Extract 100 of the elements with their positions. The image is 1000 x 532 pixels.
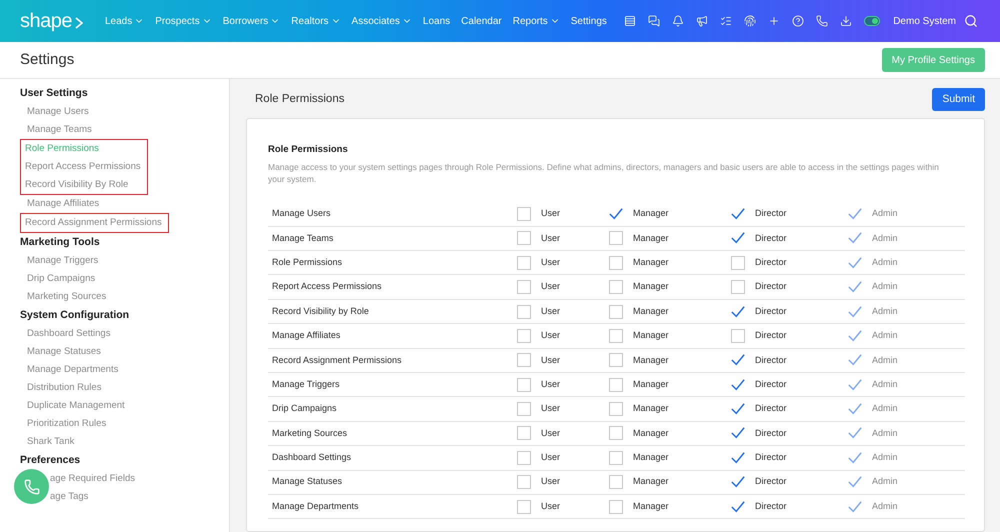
checkbox[interactable] bbox=[609, 353, 623, 368]
checkbox[interactable] bbox=[517, 256, 531, 270]
sidebar-item[interactable]: Record Assignment Permissions bbox=[18, 214, 162, 232]
plus-icon[interactable] bbox=[768, 15, 780, 27]
checkbox[interactable] bbox=[517, 450, 531, 465]
checkbox[interactable] bbox=[517, 280, 531, 294]
permission-name: Marketing Sources bbox=[272, 426, 348, 440]
sidebar-item[interactable]: Duplicate Management bbox=[20, 397, 229, 415]
checkbox[interactable] bbox=[517, 378, 531, 392]
role-label: Manager bbox=[633, 232, 669, 245]
nav-link[interactable]: Calendar bbox=[461, 14, 502, 28]
checkbox[interactable] bbox=[609, 231, 623, 246]
checkbox[interactable] bbox=[517, 402, 531, 416]
profile-settings-button[interactable]: My Profile Settings bbox=[882, 48, 985, 72]
account-name[interactable]: Demo System bbox=[893, 14, 956, 28]
nav-link[interactable]: Borrowers bbox=[222, 14, 280, 28]
checkbox[interactable] bbox=[517, 231, 531, 246]
checkmark-icon[interactable] bbox=[609, 206, 623, 221]
sidebar-item[interactable]: Marketing Sources bbox=[20, 288, 229, 306]
permission-name: Record Assignment Permissions bbox=[272, 354, 403, 367]
role-label: Director bbox=[755, 329, 787, 342]
sidebar-item[interactable]: Manage Statuses bbox=[20, 343, 229, 361]
sidebar-item[interactable]: Manage Users bbox=[20, 103, 229, 121]
download-icon[interactable] bbox=[840, 15, 852, 27]
sidebar-item[interactable]: Role Permissions bbox=[18, 140, 141, 158]
checkbox[interactable] bbox=[517, 304, 531, 318]
sidebar-section-title: User Settings bbox=[20, 86, 89, 101]
role-label: Director bbox=[755, 354, 787, 367]
bell-icon[interactable] bbox=[672, 15, 684, 27]
role-label: Director bbox=[755, 378, 787, 391]
checkmark-icon[interactable] bbox=[731, 426, 745, 440]
megaphone-icon[interactable] bbox=[696, 15, 708, 27]
checkbox[interactable] bbox=[731, 256, 745, 270]
checkbox[interactable] bbox=[517, 426, 531, 440]
sidebar-item[interactable]: Dashboard Settings bbox=[20, 325, 229, 343]
checkbox[interactable] bbox=[609, 256, 623, 270]
checkbox[interactable] bbox=[609, 328, 623, 343]
role-label: User bbox=[541, 280, 560, 294]
list-icon[interactable] bbox=[624, 15, 636, 27]
checkbox[interactable] bbox=[609, 378, 623, 392]
role-label: Admin bbox=[872, 207, 898, 220]
sidebar-item[interactable]: age Required Fields bbox=[50, 472, 136, 486]
checkbox[interactable] bbox=[609, 280, 623, 294]
sidebar-item[interactable]: Manage Teams bbox=[20, 121, 229, 139]
checklist-icon[interactable] bbox=[720, 15, 732, 27]
nav-link[interactable]: Associates bbox=[352, 14, 412, 28]
checkmark-icon[interactable] bbox=[731, 231, 745, 246]
checkbox[interactable] bbox=[609, 426, 623, 440]
nav-link[interactable]: Prospects bbox=[155, 14, 212, 28]
role-label: Manager bbox=[633, 280, 669, 294]
role-label: Admin bbox=[872, 451, 898, 464]
sidebar-item[interactable]: Record Visibility By Role bbox=[18, 176, 141, 194]
role-label: Director bbox=[755, 475, 787, 488]
checkbox[interactable] bbox=[609, 304, 623, 318]
checkmark-icon[interactable] bbox=[731, 500, 745, 514]
sidebar-item[interactable]: Drip Campaigns bbox=[20, 270, 229, 288]
permission-name: Report Access Permissions bbox=[272, 280, 383, 294]
checkmark-icon[interactable] bbox=[731, 402, 745, 416]
checkmark-icon[interactable] bbox=[731, 304, 745, 318]
sidebar-item[interactable]: Manage Triggers bbox=[20, 252, 229, 270]
checkbox[interactable] bbox=[609, 475, 623, 490]
sidebar-item[interactable]: age Tags bbox=[50, 490, 88, 504]
sidebar-item[interactable]: Prioritization Rules bbox=[20, 415, 229, 433]
role-label: Director bbox=[755, 451, 787, 464]
toggle-switch[interactable] bbox=[864, 16, 880, 26]
checkbox[interactable] bbox=[731, 328, 745, 343]
sidebar-item[interactable]: Report Access Permissions bbox=[18, 158, 141, 176]
nav-link[interactable]: Leads bbox=[105, 14, 144, 28]
nav-link[interactable]: Loans bbox=[422, 14, 450, 28]
checkbox[interactable] bbox=[731, 280, 745, 294]
nav-link[interactable]: Realtors bbox=[291, 14, 341, 28]
nav-link[interactable]: Settings bbox=[570, 14, 607, 28]
checkmark-icon[interactable] bbox=[731, 450, 745, 465]
role-label: Admin bbox=[872, 475, 898, 488]
submit-button[interactable]: Submit bbox=[932, 88, 985, 111]
chat-icon[interactable] bbox=[648, 15, 660, 27]
sidebar-item[interactable]: Shark Tank bbox=[20, 433, 229, 451]
sidebar-item[interactable]: Manage Departments bbox=[20, 361, 229, 379]
checkmark-icon[interactable] bbox=[731, 353, 745, 368]
sidebar-item[interactable]: Manage Affiliates bbox=[20, 195, 229, 213]
checkbox[interactable] bbox=[609, 500, 623, 514]
phone-icon[interactable] bbox=[816, 15, 828, 27]
help-icon[interactable] bbox=[792, 15, 804, 27]
checkbox[interactable] bbox=[517, 206, 531, 221]
checkbox[interactable] bbox=[609, 450, 623, 465]
search-icon[interactable] bbox=[964, 14, 978, 28]
checkmark-icon[interactable] bbox=[731, 475, 745, 490]
role-label: User bbox=[541, 354, 560, 367]
checkbox[interactable] bbox=[517, 353, 531, 368]
checkbox[interactable] bbox=[609, 402, 623, 416]
checkbox[interactable] bbox=[517, 500, 531, 514]
checkbox[interactable] bbox=[517, 475, 531, 490]
sidebar-item[interactable]: Distribution Rules bbox=[20, 379, 229, 397]
fingerprint-icon[interactable] bbox=[744, 15, 756, 27]
checkmark-icon[interactable] bbox=[731, 206, 745, 221]
nav-link[interactable]: Reports bbox=[512, 14, 560, 28]
checkmark-icon[interactable] bbox=[731, 378, 745, 392]
permission-name: Manage Departments bbox=[272, 500, 360, 513]
checkbox[interactable] bbox=[517, 328, 531, 343]
logo[interactable]: shape bbox=[20, 6, 72, 36]
